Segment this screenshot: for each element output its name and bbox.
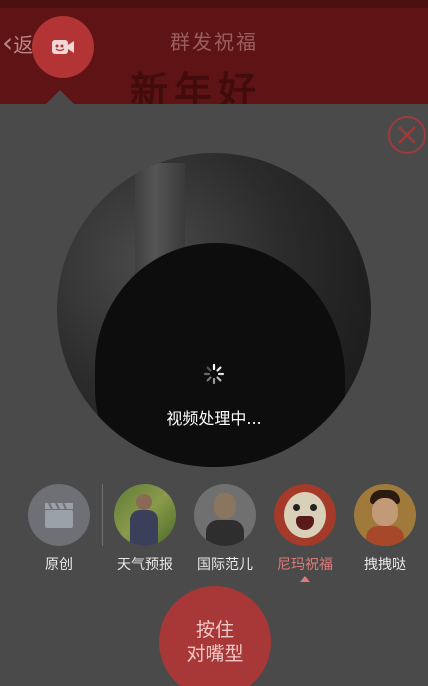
filter-international[interactable]: 国际范儿 <box>185 484 265 574</box>
close-icon <box>398 126 416 144</box>
hold-button-line2: 对嘴型 <box>186 643 244 665</box>
loading-spinner-icon <box>203 363 225 385</box>
cartoon-face-avatar <box>274 484 336 546</box>
filter-original[interactable]: 原创 <box>19 484 99 574</box>
weather-presenter-avatar <box>114 484 176 546</box>
filter-strip: 原创 天气预报 国际范儿 尼玛祝福 拽拽哒 <box>0 478 428 598</box>
hold-to-lip-sync-button[interactable]: 按住 对嘴型 <box>159 586 271 686</box>
filter-divider <box>102 484 103 546</box>
panel-pointer <box>46 90 74 104</box>
filter-label: 原创 <box>45 557 73 573</box>
filter-label: 尼玛祝福 <box>277 557 333 573</box>
hold-button-line1: 按住 <box>195 619 234 641</box>
filter-cool[interactable]: 拽拽哒 <box>345 484 425 574</box>
status-bar <box>0 0 428 8</box>
video-camera-button[interactable] <box>32 16 94 78</box>
filter-nima-blessing[interactable]: 尼玛祝福 <box>265 484 345 582</box>
video-preview: 视频处理中... <box>57 153 371 467</box>
filter-label: 拽拽哒 <box>364 557 406 573</box>
video-camera-icon <box>52 40 74 54</box>
clapperboard-icon <box>28 484 90 546</box>
active-indicator-icon <box>300 576 310 582</box>
boy-avatar <box>354 484 416 546</box>
filter-weather-forecast[interactable]: 天气预报 <box>105 484 185 574</box>
filter-label: 天气预报 <box>117 557 173 573</box>
close-button[interactable] <box>388 116 426 154</box>
processing-status: 视频处理中... <box>166 409 262 428</box>
man-avatar <box>194 484 256 546</box>
person-silhouette <box>95 243 345 467</box>
filter-label: 国际范儿 <box>197 557 253 573</box>
